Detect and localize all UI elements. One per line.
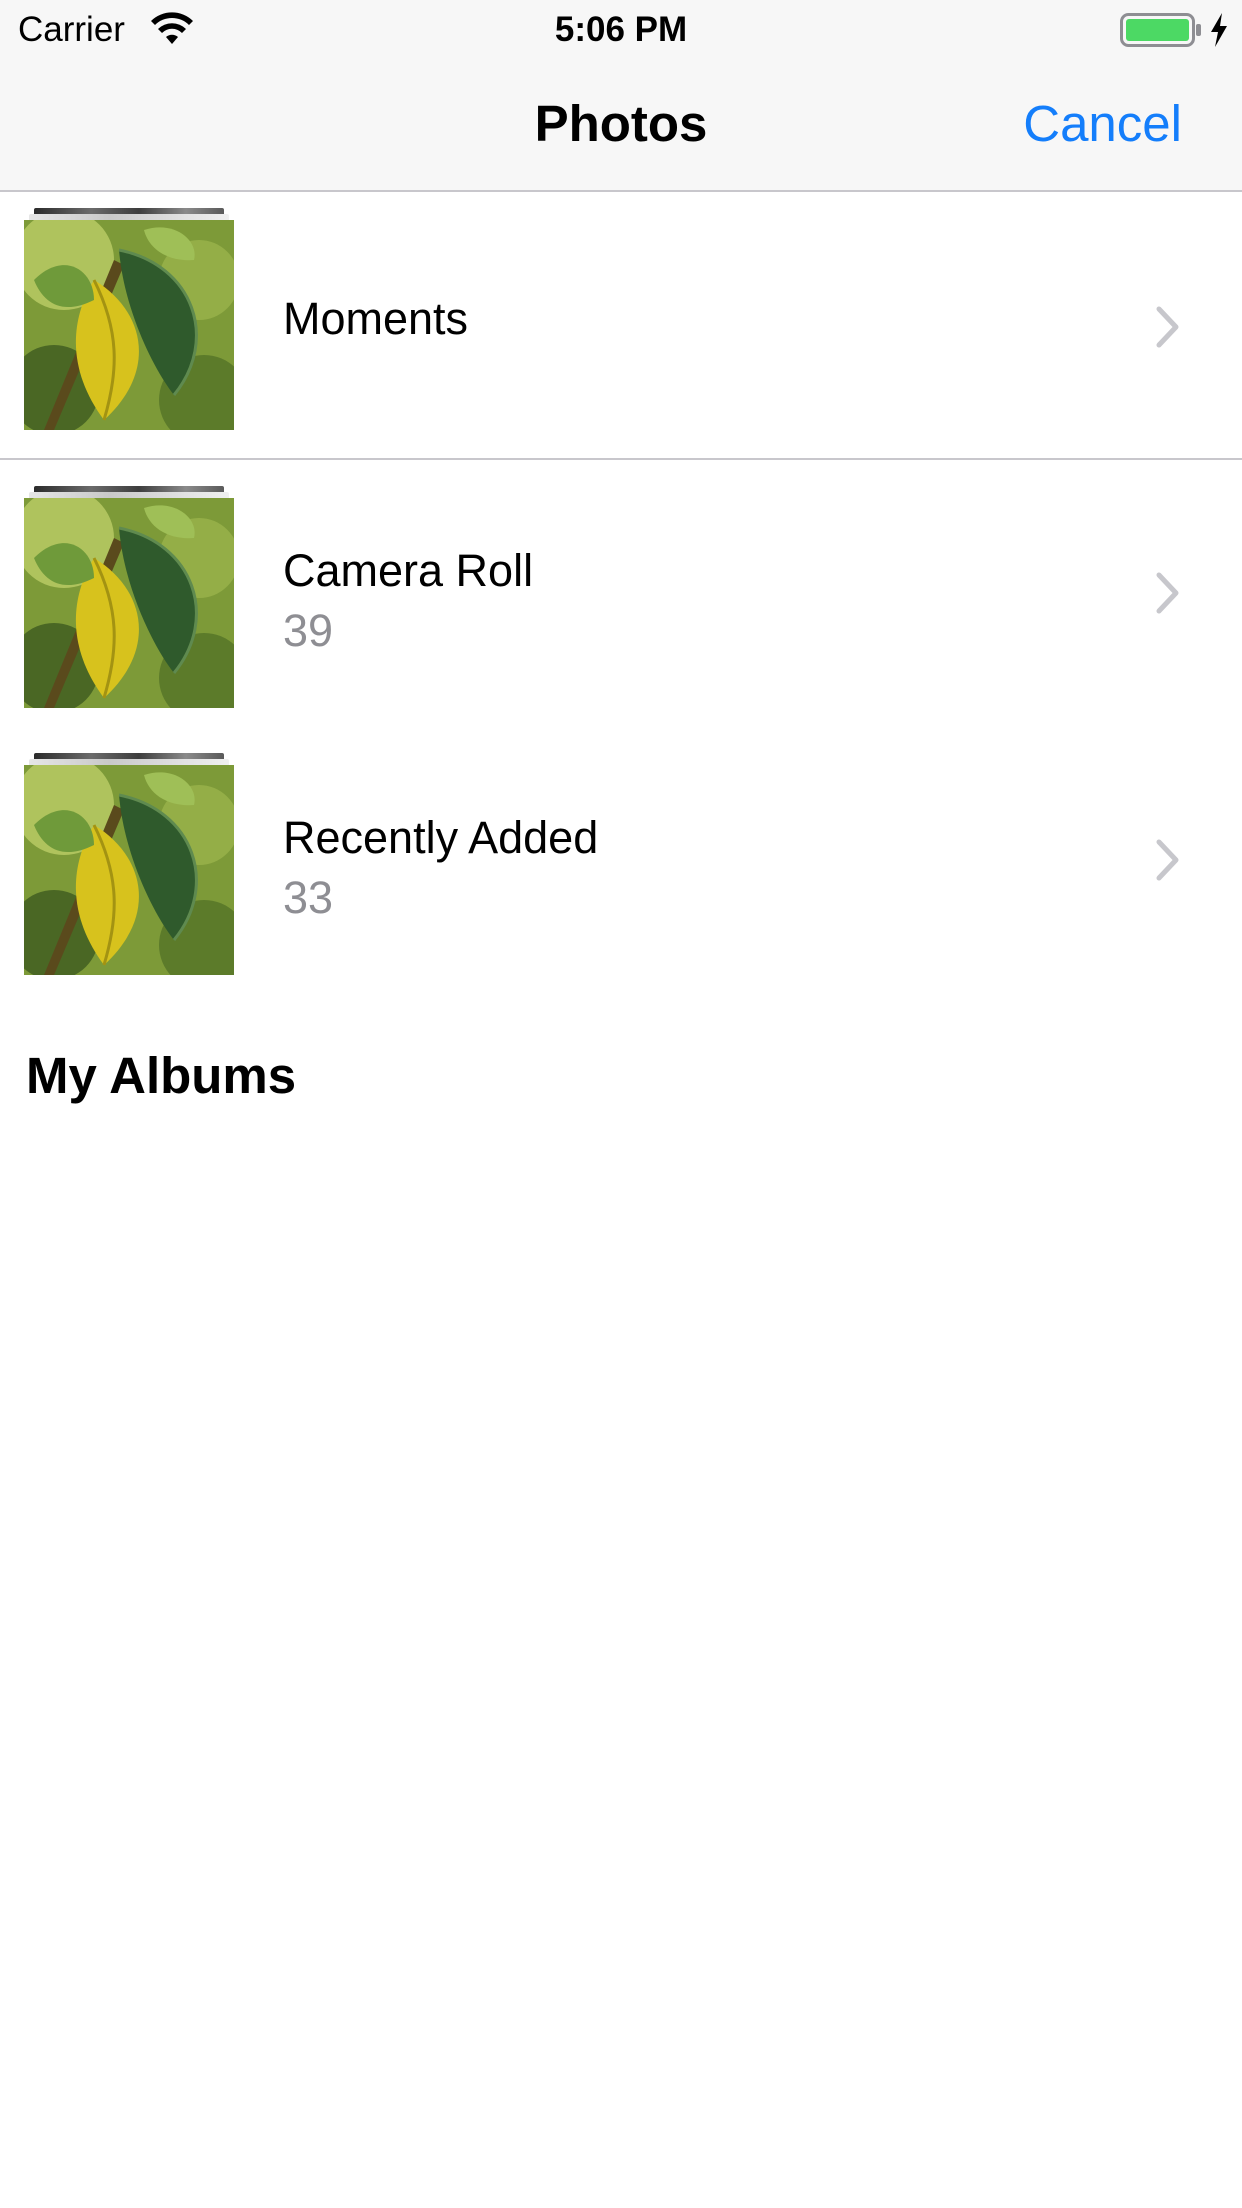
chevron-right-icon (1156, 839, 1179, 881)
album-photo-count: 39 (283, 605, 334, 656)
leaf-photo-thumbnail (24, 220, 234, 430)
chevron-right-icon (1156, 306, 1179, 348)
status-clock: 5:06 PM (554, 10, 688, 49)
chevron-right-icon (1156, 572, 1179, 614)
album-thumbnail-stack (24, 753, 234, 975)
album-photo-count: 33 (283, 872, 334, 923)
album-row-camera-roll[interactable]: Camera Roll 39 (0, 460, 1242, 727)
status-bar: Carrier 5:06 PM (0, 0, 1242, 60)
album-title: Recently Added (283, 812, 599, 863)
leaf-photo-thumbnail (24, 765, 234, 975)
my-albums-section-header: My Albums (26, 1047, 297, 1104)
album-row-moments[interactable]: Moments (0, 192, 1242, 460)
navigation-bar: Photos Cancel (0, 60, 1242, 192)
cancel-button[interactable]: Cancel (1023, 92, 1182, 156)
leaf-photo-thumbnail (24, 498, 234, 708)
album-row-recently-added[interactable]: Recently Added 33 (0, 727, 1242, 994)
battery-icon (1120, 13, 1201, 47)
charging-bolt-icon (1211, 13, 1227, 47)
album-thumbnail-stack (24, 208, 234, 430)
photo-picker-screen: Carrier 5:06 PM Photos Cancel Moments Ca… (0, 0, 1242, 2208)
album-thumbnail-stack (24, 486, 234, 708)
album-title: Camera Roll (283, 545, 534, 596)
album-title: Moments (283, 293, 469, 344)
